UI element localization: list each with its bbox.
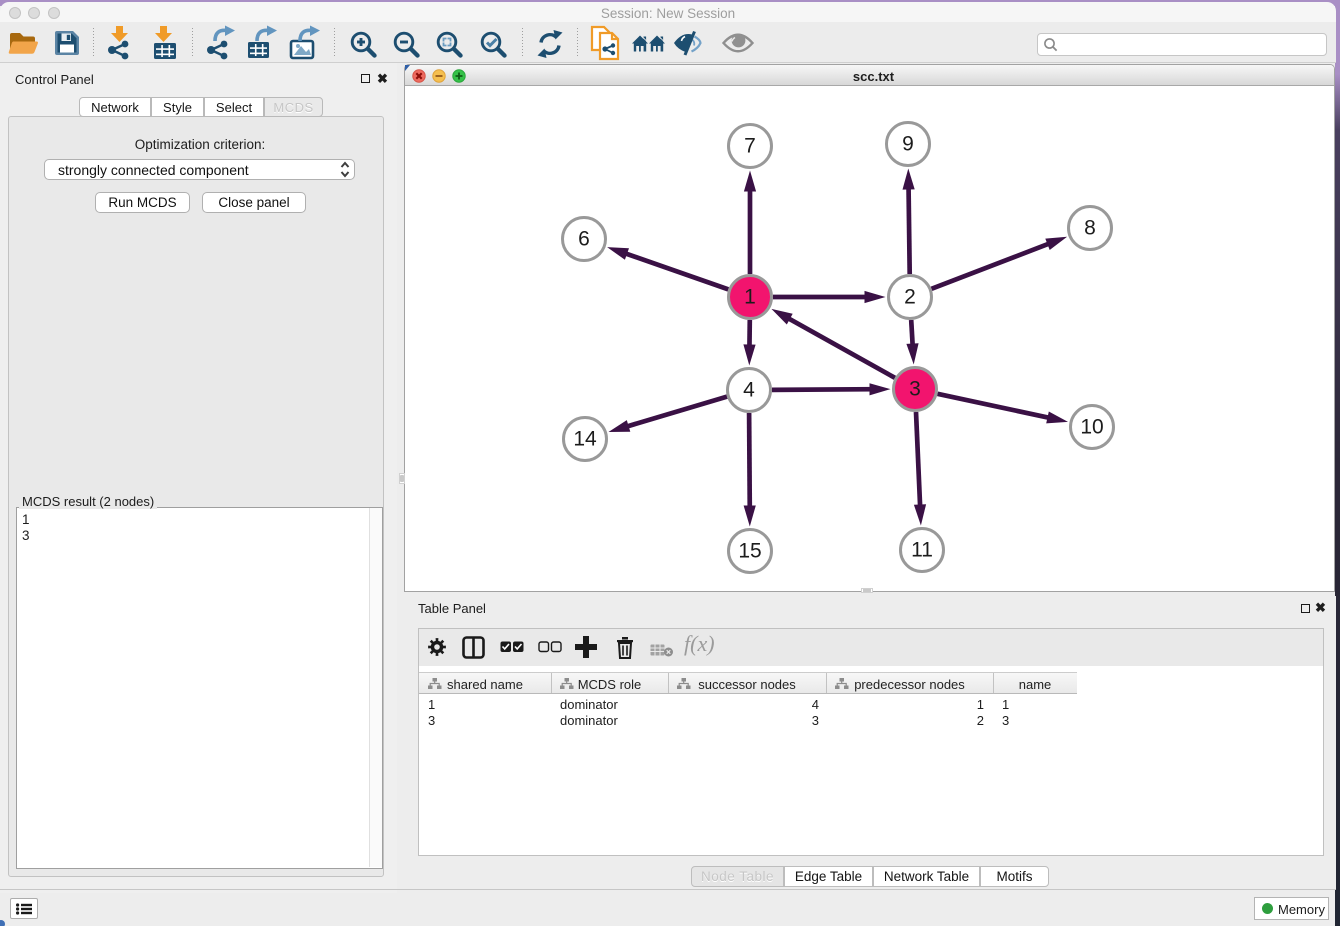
svg-text:2: 2 bbox=[904, 286, 916, 309]
svg-text:9: 9 bbox=[902, 133, 914, 156]
svg-text:4: 4 bbox=[743, 379, 755, 402]
svg-text:7: 7 bbox=[744, 135, 756, 158]
svg-text:10: 10 bbox=[1080, 416, 1103, 439]
svg-text:15: 15 bbox=[738, 540, 761, 563]
svg-text:14: 14 bbox=[573, 428, 597, 451]
svg-text:6: 6 bbox=[578, 228, 590, 251]
svg-text:11: 11 bbox=[911, 539, 933, 562]
svg-text:3: 3 bbox=[909, 378, 921, 401]
svg-text:8: 8 bbox=[1084, 217, 1096, 240]
svg-text:1: 1 bbox=[744, 286, 756, 309]
